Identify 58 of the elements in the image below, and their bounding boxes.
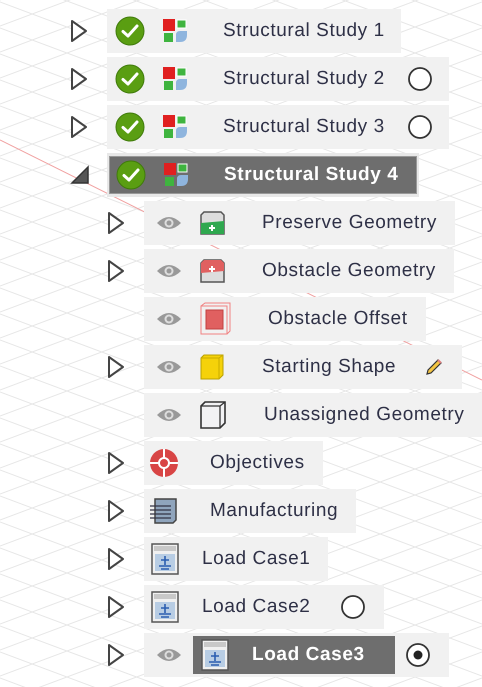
tree-item-label: Structural Study 4 xyxy=(224,162,398,187)
study-row[interactable]: Structural Study 1 xyxy=(107,9,401,53)
tree-item-label: Structural Study 2 xyxy=(223,66,385,91)
tree-item-label: Structural Study 3 xyxy=(223,114,385,139)
study-row[interactable]: Structural Study 3 xyxy=(107,105,449,149)
study-icon xyxy=(163,19,187,43)
solid-cube-icon xyxy=(199,353,225,381)
tree-item-label: Obstacle Offset xyxy=(268,306,408,331)
tree-item-row[interactable]: Starting Shape xyxy=(144,345,462,389)
radio-button[interactable] xyxy=(404,642,431,668)
expand-triangle-icon[interactable] xyxy=(107,259,125,283)
tree-item-label: Load Case1 xyxy=(202,546,310,571)
radio-button[interactable] xyxy=(340,594,366,620)
target-icon xyxy=(149,448,179,478)
tree-item-label: Objectives xyxy=(210,450,305,475)
study-row[interactable]: Structural Study 2 xyxy=(107,57,449,101)
tree-item-label: Load Case2 xyxy=(202,594,310,619)
tree-item-label: Structural Study 1 xyxy=(223,18,385,43)
radio-button[interactable] xyxy=(406,66,433,92)
tree-item-row[interactable]: Obstacle Offset xyxy=(144,297,426,341)
expand-triangle-icon[interactable] xyxy=(107,451,125,475)
offset-cube-icon xyxy=(199,302,231,336)
study-row[interactable]: Structural Study 4 xyxy=(107,153,420,197)
expand-triangle-icon[interactable] xyxy=(70,115,88,139)
tree-item-row[interactable]: Load Case2 xyxy=(144,585,384,629)
study-icon xyxy=(163,115,187,139)
expand-triangle-icon[interactable] xyxy=(107,499,125,523)
study-icon xyxy=(164,163,188,187)
layered-block-icon xyxy=(149,496,179,526)
tree-item-row[interactable]: Load Case3 xyxy=(144,633,449,677)
study-icon xyxy=(163,67,187,91)
expand-triangle-icon[interactable] xyxy=(70,19,88,43)
expand-triangle-icon[interactable] xyxy=(107,355,125,379)
load-case-icon xyxy=(201,639,229,671)
expand-triangle-icon[interactable] xyxy=(70,67,88,91)
tree-item-row[interactable]: Manufacturing xyxy=(144,489,356,533)
obstacle-cube-icon xyxy=(199,257,225,285)
tree-item-label: Preserve Geometry xyxy=(262,210,437,235)
expand-triangle-icon[interactable] xyxy=(107,547,125,571)
tree-item-row[interactable]: Load Case1 xyxy=(144,537,328,581)
cube-outline-icon xyxy=(199,400,227,430)
tree-item-label: Load Case3 xyxy=(252,642,365,667)
expand-triangle-icon[interactable] xyxy=(107,643,125,667)
tree-item-row[interactable]: Unassigned Geometry xyxy=(144,393,482,437)
tree-item-label: Unassigned Geometry xyxy=(264,402,464,427)
load-case-icon xyxy=(151,543,179,575)
radio-button[interactable] xyxy=(406,114,433,140)
tree-item-row[interactable]: Preserve Geometry xyxy=(144,201,455,245)
tree-item-label: Manufacturing xyxy=(210,498,338,523)
preserve-cube-icon xyxy=(199,209,225,237)
expand-triangle-icon[interactable] xyxy=(107,595,125,619)
tree-item-label: Starting Shape xyxy=(262,354,396,379)
load-case-icon xyxy=(151,591,179,623)
tree-item-row[interactable]: Obstacle Geometry xyxy=(144,249,454,293)
collapse-triangle-icon[interactable] xyxy=(70,165,90,185)
expand-triangle-icon[interactable] xyxy=(107,211,125,235)
tree-item-label: Obstacle Geometry xyxy=(262,258,436,283)
tree-item-row[interactable]: Objectives xyxy=(144,441,323,485)
